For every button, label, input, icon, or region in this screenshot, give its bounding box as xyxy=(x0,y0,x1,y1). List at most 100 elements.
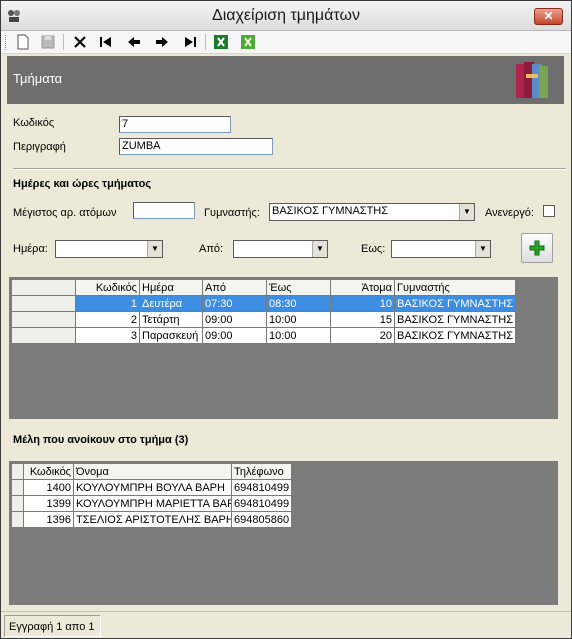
row-header[interactable] xyxy=(11,295,76,312)
toolbar-separator xyxy=(63,34,64,50)
trainer-select-value: ΒΑΣΙΚΟΣ ΓΥΜΝΑΣΤΗΣ xyxy=(272,205,389,217)
cell-from[interactable]: 07:30 xyxy=(202,295,267,312)
row-header[interactable] xyxy=(11,479,24,496)
cell-code[interactable]: 1399 xyxy=(23,495,74,512)
from-select[interactable]: ▼ xyxy=(233,240,328,258)
table-row[interactable]: 1396 ΤΣΕΛΙΟΣ ΑΡΙΣΤΟΤΕΛΗΣ ΒΑΡΗ+Α 69480586… xyxy=(11,511,293,528)
chevron-down-icon[interactable]: ▼ xyxy=(475,241,490,257)
members-grid: Κωδικός Όνομα Τηλέφωνο 1400 ΚΟΥΛΟΥΜΠΡΗ Β… xyxy=(9,461,558,605)
record-status: Εγγραφή 1 απο 1 xyxy=(4,615,101,637)
window-title: Διαχείριση τμημάτων xyxy=(212,7,360,24)
cell-code[interactable]: 3 xyxy=(75,327,140,344)
title-bar[interactable]: Διαχείριση τμημάτων ✕ xyxy=(1,1,571,31)
first-record-icon[interactable] xyxy=(97,33,115,51)
description-field[interactable]: ZUMBA xyxy=(119,138,273,155)
code-field[interactable]: 7 xyxy=(119,116,231,133)
row-header[interactable] xyxy=(11,495,24,512)
cell-from[interactable]: 09:00 xyxy=(202,311,267,328)
max-people-field[interactable] xyxy=(133,202,195,219)
divider xyxy=(13,168,566,170)
to-select[interactable]: ▼ xyxy=(391,240,491,258)
trainer-select[interactable]: ΒΑΣΙΚΟΣ ΓΥΜΝΑΣΤΗΣ ▼ xyxy=(269,203,475,221)
row-header[interactable] xyxy=(11,311,76,328)
toolbar-grip[interactable] xyxy=(5,35,8,50)
header-title: Τμήματα xyxy=(13,71,63,86)
table-row[interactable]: 1 Δευτέρα 07:30 08:30 10 ΒΑΣΙΚΟΣ ΓΥΜΝΑΣΤ… xyxy=(11,295,517,312)
table-row[interactable]: 1399 ΚΟΥΛΟΥΜΠΡΗ ΜΑΡΙΕΤΤΑ ΒΑΡΗ 694810499 xyxy=(11,495,293,512)
cell-to[interactable]: 10:00 xyxy=(266,311,331,328)
schedule-table: Κωδικός Ημέρα Από Έως Άτομα Γυμναστής 1 … xyxy=(11,279,517,344)
cell-trainer[interactable]: ΒΑΣΙΚΟΣ ΓΥΜΝΑΣΤΗΣ xyxy=(393,311,517,328)
cell-day[interactable]: Δευτέρα xyxy=(139,295,203,312)
new-document-icon[interactable] xyxy=(14,33,32,51)
add-schedule-button[interactable] xyxy=(521,233,553,263)
next-record-icon[interactable] xyxy=(153,33,171,51)
cell-code[interactable]: 1400 xyxy=(23,479,74,496)
column-header[interactable]: Όνομα xyxy=(73,463,232,480)
cell-phone[interactable]: 694810499 xyxy=(230,495,293,512)
table-header-row: Κωδικός Ημέρα Από Έως Άτομα Γυμναστής xyxy=(11,279,517,296)
day-select[interactable]: ▼ xyxy=(55,240,163,258)
cell-name[interactable]: ΚΟΥΛΟΥΜΠΡΗ ΜΑΡΙΕΤΤΑ ΒΑΡΗ xyxy=(73,495,232,512)
day-label: Ημέρα: xyxy=(13,243,48,255)
column-header[interactable]: Κωδικός xyxy=(23,463,74,480)
column-header[interactable]: Τηλέφωνο xyxy=(230,463,293,480)
table-header-row: Κωδικός Όνομα Τηλέφωνο xyxy=(11,463,293,480)
table-row[interactable]: 1400 ΚΟΥΛΟΥΜΠΡΗ ΒΟΥΛΑ ΒΑΡΗ 694810499 xyxy=(11,479,293,496)
chevron-down-icon[interactable]: ▼ xyxy=(459,204,474,220)
toolbar xyxy=(1,31,571,54)
chevron-down-icon[interactable]: ▼ xyxy=(147,241,162,257)
cell-phone[interactable]: 694810499 xyxy=(230,479,293,496)
cell-name[interactable]: ΚΟΥΛΟΥΜΠΡΗ ΒΟΥΛΑ ΒΑΡΗ xyxy=(73,479,232,496)
column-header[interactable]: Από xyxy=(202,279,267,296)
schedule-grid: Κωδικός Ημέρα Από Έως Άτομα Γυμναστής 1 … xyxy=(9,277,558,419)
excel-import-icon[interactable] xyxy=(239,33,257,51)
previous-record-icon[interactable] xyxy=(125,33,143,51)
table-row[interactable]: 2 Τετάρτη 09:00 10:00 15 ΒΑΣΙΚΟΣ ΓΥΜΝΑΣΤ… xyxy=(11,311,517,328)
last-record-icon[interactable] xyxy=(181,33,199,51)
cell-day[interactable]: Παρασκευή xyxy=(139,327,203,344)
cell-to[interactable]: 08:30 xyxy=(266,295,331,312)
column-header[interactable]: Ημέρα xyxy=(139,279,203,296)
column-header[interactable]: Κωδικός xyxy=(75,279,140,296)
save-icon[interactable] xyxy=(39,33,57,51)
cell-people[interactable]: 20 xyxy=(330,327,395,344)
chevron-down-icon[interactable]: ▼ xyxy=(312,241,327,257)
cell-name[interactable]: ΤΣΕΛΙΟΣ ΑΡΙΣΤΟΤΕΛΗΣ ΒΑΡΗ+Α xyxy=(73,511,232,528)
cell-people[interactable]: 15 xyxy=(330,311,395,328)
row-header[interactable] xyxy=(11,511,24,528)
cell-code[interactable]: 1396 xyxy=(23,511,74,528)
cell-day[interactable]: Τετάρτη xyxy=(139,311,203,328)
close-button[interactable]: ✕ xyxy=(534,8,563,25)
plus-icon xyxy=(529,240,545,256)
cell-code[interactable]: 2 xyxy=(75,311,140,328)
cell-to[interactable]: 10:00 xyxy=(266,327,331,344)
cell-trainer[interactable]: ΒΑΣΙΚΟΣ ΓΥΜΝΑΣΤΗΣ xyxy=(393,327,517,344)
table-row[interactable]: 3 Παρασκευή 09:00 10:00 20 ΒΑΣΙΚΟΣ ΓΥΜΝΑ… xyxy=(11,327,517,344)
to-label: Εως: xyxy=(361,243,386,255)
members-table: Κωδικός Όνομα Τηλέφωνο 1400 ΚΟΥΛΟΥΜΠΡΗ Β… xyxy=(11,463,293,528)
column-header[interactable]: Έως xyxy=(266,279,331,296)
description-label: Περιγραφή xyxy=(13,141,66,153)
cell-phone[interactable]: 694805860 xyxy=(230,511,293,528)
main-window: Διαχείριση τμημάτων ✕ Τμήματα Κωδικός 7 … xyxy=(0,0,572,639)
row-header-corner xyxy=(11,463,24,480)
cell-code[interactable]: 1 xyxy=(75,295,140,312)
cell-people[interactable]: 10 xyxy=(330,295,395,312)
cell-from[interactable]: 09:00 xyxy=(202,327,267,344)
cell-trainer[interactable]: ΒΑΣΙΚΟΣ ΓΥΜΝΑΣΤΗΣ xyxy=(393,295,517,312)
row-header-corner xyxy=(11,279,76,296)
max-people-label: Μέγιστος αρ. ατόμων xyxy=(13,207,117,219)
column-header[interactable]: Γυμναστής xyxy=(393,279,517,296)
row-header[interactable] xyxy=(11,327,76,344)
delete-icon[interactable] xyxy=(71,33,89,51)
column-header[interactable]: Άτομα xyxy=(330,279,395,296)
status-bar: Εγγραφή 1 απο 1 xyxy=(1,611,571,638)
from-label: Από: xyxy=(199,243,224,255)
trainer-label: Γυμναστής: xyxy=(204,207,260,219)
schedule-section-title: Ημέρες και ώρες τμήματος xyxy=(13,178,152,190)
inactive-checkbox[interactable] xyxy=(543,205,555,217)
toolbar-separator xyxy=(205,34,206,50)
excel-export-icon[interactable] xyxy=(212,33,230,51)
members-section-title: Μέλη που ανοίκουν στο τμήμα (3) xyxy=(13,434,189,446)
